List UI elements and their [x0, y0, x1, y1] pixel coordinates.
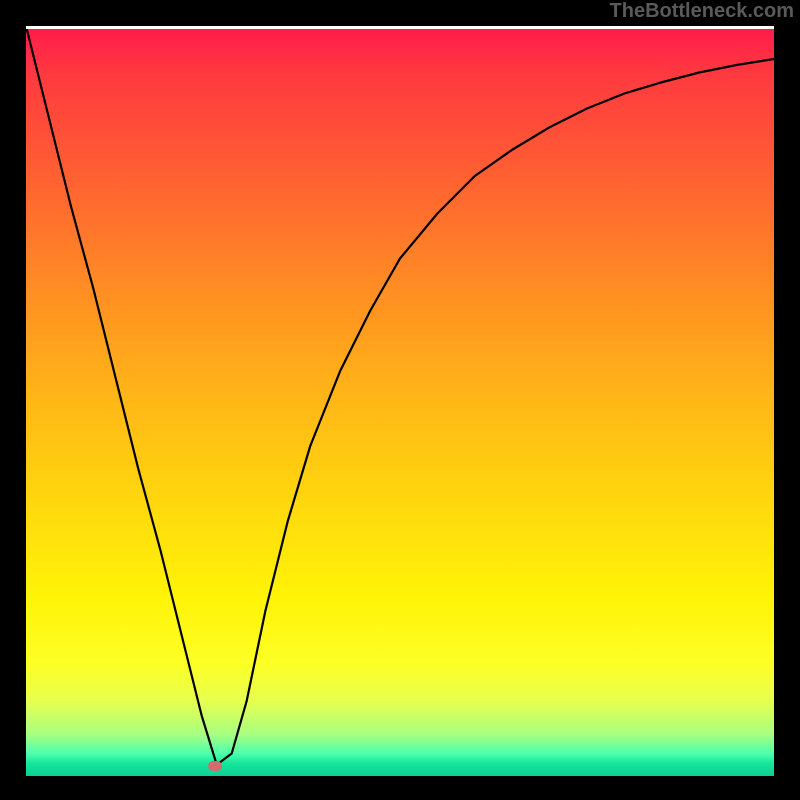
bottleneck-curve-path: [26, 26, 774, 765]
plot-area: [26, 26, 774, 776]
bottleneck-chart: TheBottleneck.com: [0, 0, 800, 800]
attribution-text: TheBottleneck.com: [610, 0, 794, 23]
curve-svg: [26, 26, 774, 776]
optimum-marker: [208, 761, 222, 771]
